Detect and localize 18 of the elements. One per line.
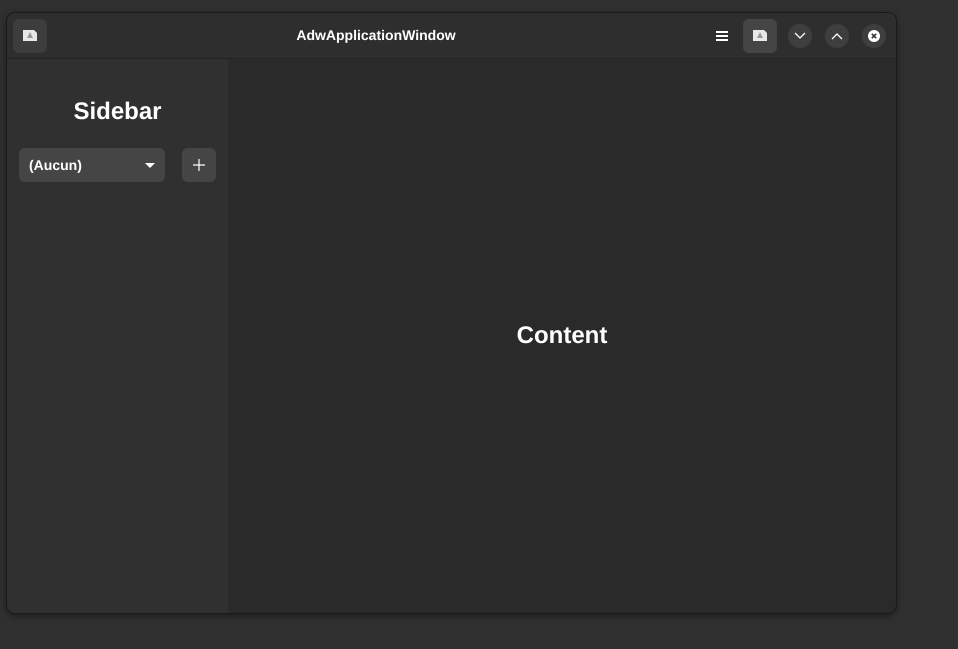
chevron-down-icon <box>794 32 806 40</box>
close-button[interactable] <box>862 24 886 48</box>
close-icon <box>868 30 880 42</box>
chevron-up-icon <box>831 32 843 40</box>
start-button[interactable] <box>13 18 47 52</box>
missing-image-icon <box>22 29 38 42</box>
missing-image-icon <box>752 29 768 42</box>
dropdown[interactable]: (Aucun) <box>19 148 165 182</box>
plus-icon <box>193 159 205 171</box>
sidebar-title: Sidebar <box>72 97 163 127</box>
add-button[interactable] <box>182 148 216 182</box>
maximize-button[interactable] <box>825 24 849 48</box>
menu-icon <box>716 30 728 40</box>
minimize-button[interactable] <box>788 24 812 48</box>
caret-icon <box>145 162 155 168</box>
window-title: AdwApplicationWindow <box>295 26 457 45</box>
end-button[interactable] <box>743 18 777 52</box>
content-title: Content <box>516 320 608 350</box>
